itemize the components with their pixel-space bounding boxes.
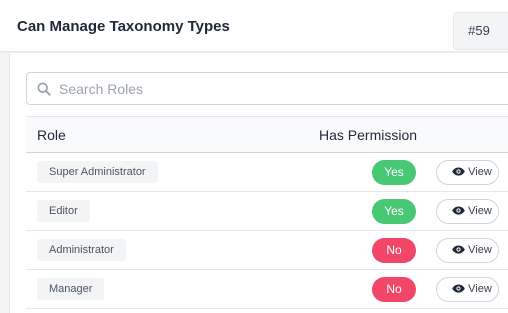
eye-icon [452,167,465,176]
view-button-label: View [468,283,492,295]
view-button-label: View [468,244,492,256]
page-header: Can Manage Taxonomy Types #59 [0,0,508,52]
column-header-has-permission: Has Permission [319,127,418,143]
permission-badge: No [372,277,416,302]
role-name: Super Administrator [37,161,158,183]
search-icon [37,82,51,96]
permission-badge: Yes [372,160,416,185]
table-header: Role Has Permission [26,116,508,153]
table-row: Super Administrator Yes View [26,153,508,192]
permission-badge: No [372,238,416,263]
view-button[interactable]: View [436,199,499,224]
table-row: Manager No View [26,270,508,309]
roles-card: Role Has Permission Super Administrator … [9,53,508,313]
view-button[interactable]: View [436,160,499,185]
view-button[interactable]: View [436,238,499,263]
eye-icon [452,206,465,215]
permission-badge: Yes [372,199,416,224]
id-badge: #59 [453,12,508,50]
column-header-role: Role [37,127,66,143]
page-title: Can Manage Taxonomy Types [17,18,230,35]
view-button-label: View [468,205,492,217]
view-button[interactable]: View [436,277,499,302]
role-name: Editor [37,200,90,222]
view-button-label: View [468,166,492,178]
table-row: Administrator No View [26,231,508,270]
role-name: Administrator [37,239,126,261]
search-box[interactable] [26,72,508,105]
eye-icon [452,245,465,254]
role-name: Manager [37,278,105,300]
search-input[interactable] [59,74,499,103]
eye-icon [452,284,465,293]
table-row: Editor Yes View [26,192,508,231]
